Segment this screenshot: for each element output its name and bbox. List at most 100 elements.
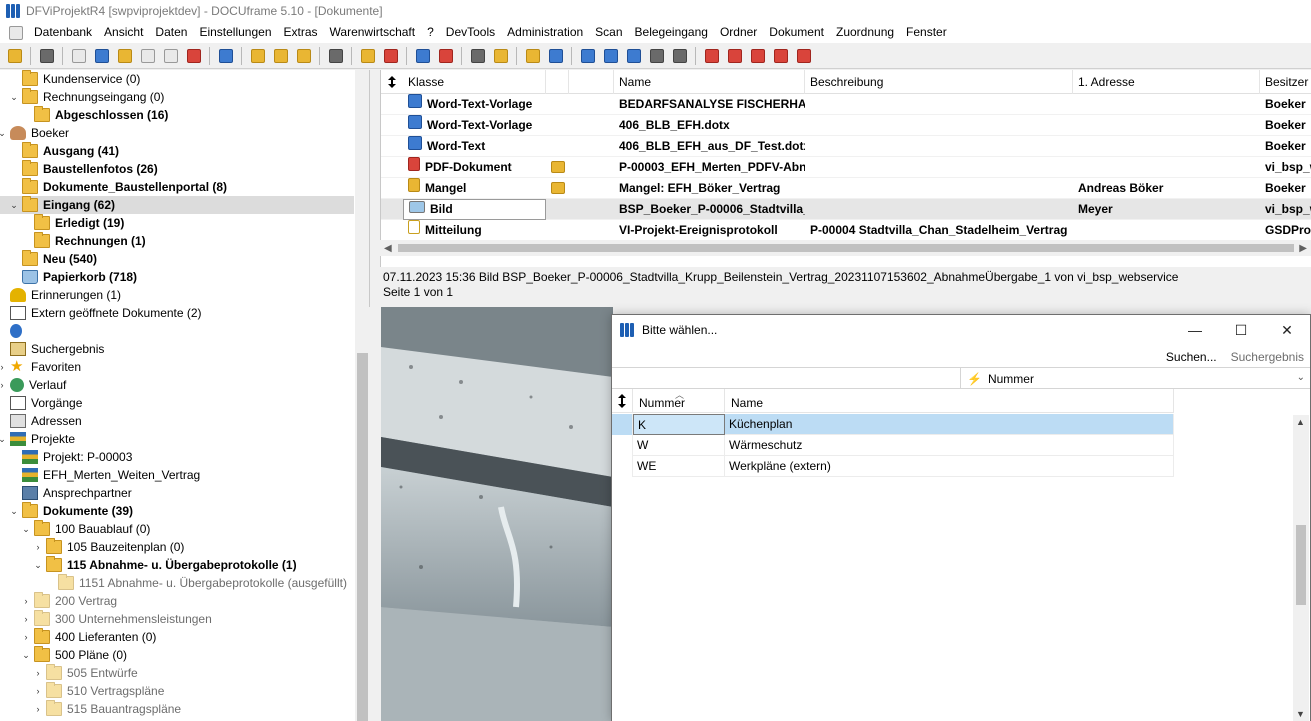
tree-node[interactable]: Ausgang (41) [8,142,119,160]
system-menu-icon[interactable] [4,22,28,43]
tree-node[interactable]: Rechnungen (1) [20,232,146,250]
filter-field-combo[interactable]: ⚡ Nummer ⌄ [960,368,1309,389]
tree-node[interactable]: › Verlauf [0,376,66,394]
search-button[interactable]: Suchen... [1166,347,1217,367]
menu-ordner[interactable]: Ordner [714,22,763,43]
chevron-down-icon[interactable]: ⌄ [0,430,8,448]
tree-node[interactable]: ⌄ Projekte [0,430,75,448]
grid5-icon[interactable] [793,45,814,66]
list-item[interactable]: WE Werkpläne (extern) [612,456,1174,477]
chevron-down-icon[interactable]: ⌄ [8,502,20,520]
column-header-flag[interactable] [569,70,614,94]
column-header-klasse[interactable]: Klasse [403,70,546,94]
menu-administration[interactable]: Administration [501,22,589,43]
menu-fenster[interactable]: Fenster [900,22,953,43]
chevron-down-icon[interactable]: ⌄ [1297,372,1305,383]
tree-node[interactable]: ⌄ Eingang (62) [0,196,354,214]
menu-zuordnung[interactable]: Zuordnung [830,22,900,43]
tree-node[interactable]: Extern geöffnete Dokumente (2) [0,304,202,322]
tree-node[interactable]: › 105 Bauzeitenplan (0) [32,538,184,556]
tree-node[interactable]: Adressen [0,412,82,430]
maximize-icon[interactable]: ☐ [1218,315,1264,345]
menu-scan[interactable]: Scan [589,22,628,43]
column-header-name[interactable]: Name [725,389,1174,413]
print-icon[interactable] [36,45,57,66]
menu-warenwirtschaft[interactable]: Warenwirtschaft [324,22,422,43]
scroll-left-icon[interactable]: ◀ [384,243,392,254]
chevron-right-icon[interactable]: › [32,700,44,718]
stack-icon[interactable] [91,45,112,66]
tree-node[interactable]: Projekt: P-00003 [8,448,132,466]
tree-node[interactable]: Erledigt (19) [20,214,124,232]
folder-new-icon[interactable] [357,45,378,66]
chevron-right-icon[interactable]: › [32,538,44,556]
chevron-right-icon[interactable]: › [20,610,32,628]
list-icon[interactable] [577,45,598,66]
table-row[interactable]: Word-Text-Vorlage 406_BLB_EFH.dotx Boeker [381,115,1311,136]
column-header-beschreibung[interactable]: Beschreibung [805,70,1073,94]
users-icon[interactable] [490,45,511,66]
info-icon[interactable] [215,45,236,66]
tree-node[interactable]: Neu (540) [8,250,97,268]
sort-toggle-icon[interactable] [381,70,403,94]
tree-node[interactable]: › 400 Lieferanten (0) [20,628,156,646]
scroll-down-icon[interactable]: ▼ [1296,709,1305,719]
search-result-button[interactable]: Suchergebnis [1231,347,1304,367]
minimize-icon[interactable]: — [1172,315,1218,345]
chevron-right-icon[interactable]: › [0,358,8,376]
pin-icon[interactable] [545,45,566,66]
tree-node[interactable]: › ★ Favoriten [0,358,82,376]
dialog-sort-icon[interactable] [612,389,633,413]
tree-scrollbar[interactable] [355,70,369,721]
list-item[interactable]: K Küchenplan [612,414,1174,435]
menu-help[interactable]: ? [421,22,440,43]
menu-extras[interactable]: Extras [278,22,324,43]
tree-node[interactable]: ⌄ 100 Bauablauf (0) [20,520,150,538]
tree-node[interactable]: EFH_Merten_Weiten_Vertrag [8,466,200,484]
tree-node[interactable]: Kundenservice (0) [8,70,140,88]
grid3-icon[interactable] [747,45,768,66]
filter-input[interactable] [612,368,960,389]
pdf-icon[interactable] [435,45,456,66]
chevron-down-icon[interactable]: ⌄ [8,88,20,106]
menu-datenbank[interactable]: Datenbank [28,22,98,43]
column-header-1-adresse[interactable]: 1. Adresse [1073,70,1260,94]
new-doc-icon[interactable] [247,45,268,66]
glasses-icon[interactable] [467,45,488,66]
globe-icon[interactable] [623,45,644,66]
dialog-scrollbar-thumb[interactable] [1296,525,1306,605]
close-icon[interactable]: ✕ [1264,315,1310,345]
chevron-down-icon[interactable]: ⌄ [20,646,32,664]
pen-icon[interactable] [160,45,181,66]
chevron-right-icon[interactable]: › [32,682,44,700]
tree-node[interactable]: Suchergebnis [0,340,104,358]
tree-node[interactable]: ⌄ 115 Abnahme- u. Übergabeprotokolle (1) [32,556,297,574]
column-header-nummer[interactable]: ︿ Nummer [633,389,725,413]
refresh-icon[interactable] [646,45,667,66]
chevron-down-icon[interactable]: ⌄ [32,556,44,574]
grid-horizontal-scrollbar[interactable]: ◀ ▶ [380,240,1311,256]
table-row[interactable]: Mangel Mangel: EFH_Böker_Vertrag Andreas B… [381,178,1311,199]
table-row[interactable]: Word-Text 406_BLB_EFH_aus_DF_Test.dotx.d B… [381,136,1311,157]
tree-node[interactable]: Papierkorb (718) [8,268,137,286]
chevron-right-icon[interactable]: › [0,376,8,394]
tree-node[interactable]: ⌄ Dokumente (39) [8,502,133,520]
tree-node[interactable]: › 510 Vertragspläne [32,682,164,700]
table-row[interactable]: Mitteilung VI-Projekt-Ereignisprotokoll P-… [381,220,1311,241]
scan-icon[interactable] [412,45,433,66]
table-row[interactable]: PDF-Dokument P-00003_EFH_Merten_PDFV-Abna… [381,157,1311,178]
tree-node[interactable]: Dokumente_Baustellenportal (8) [8,178,227,196]
tree-node[interactable]: ⌄ Boeker [0,124,69,142]
list-item[interactable]: W Wärmeschutz [612,435,1174,456]
chevron-down-icon[interactable]: ⌄ [0,124,8,142]
tree-node[interactable]: ⌄ Rechnungseingang (0) [8,88,164,106]
chevron-right-icon[interactable]: › [32,664,44,682]
tree-node[interactable]: Vorgänge [0,394,82,412]
chevron-down-icon[interactable]: ⌄ [8,196,20,214]
dialog-scrollbar[interactable]: ▲ ▼ [1293,415,1309,721]
tree-node[interactable]: Ansprechpartner [8,484,132,502]
search-icon[interactable] [325,45,346,66]
mail-icon[interactable] [270,45,291,66]
tree-node[interactable]: › 505 Entwürfe [32,664,138,682]
chevron-down-icon[interactable]: ⌄ [20,520,32,538]
